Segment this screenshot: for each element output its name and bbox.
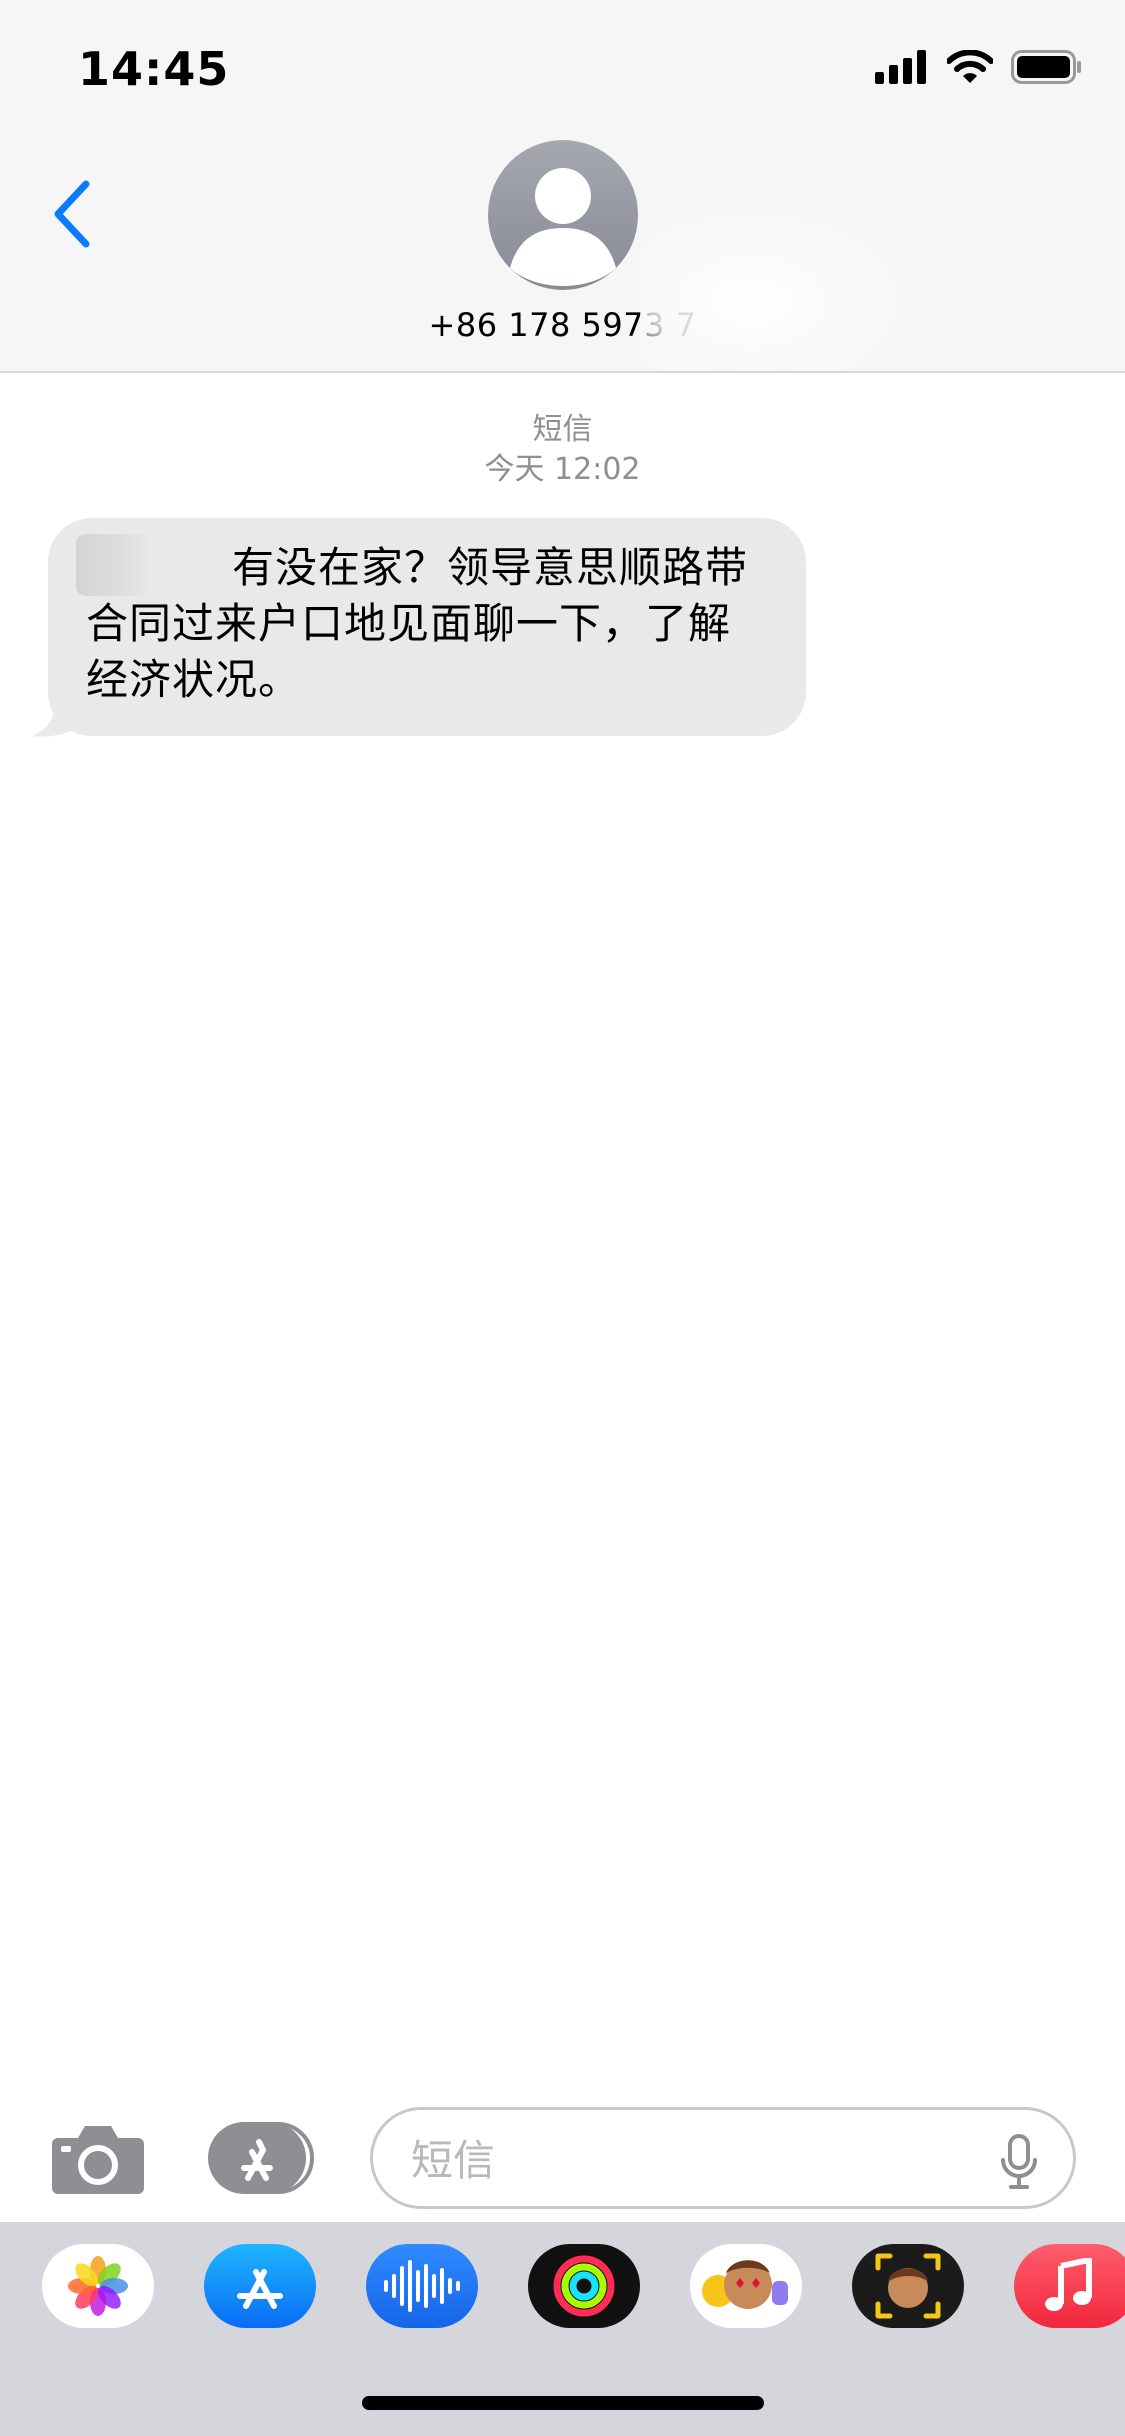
conversation-meta: 短信 今天 12:02: [0, 410, 1125, 490]
camera-icon: [52, 2126, 144, 2194]
audio-message-app-button[interactable]: [366, 2244, 478, 2328]
message-timestamp: 今天 12:02: [484, 452, 641, 487]
audio-waveform-icon: [384, 2260, 460, 2312]
service-label: 短信: [532, 412, 593, 447]
activity-rings-icon: [553, 2255, 615, 2317]
status-time: 14:45: [78, 42, 230, 96]
chevron-left-icon: [52, 180, 92, 252]
message-input[interactable]: [411, 2132, 971, 2188]
camera-button[interactable]: [52, 2122, 144, 2194]
battery-icon: [1011, 50, 1083, 88]
redacted-text: [76, 534, 152, 596]
memoji-stickers-icon: [702, 2260, 788, 2309]
app-store-button[interactable]: [208, 2122, 318, 2194]
cellular-signal-icon: [875, 50, 929, 88]
activity-app-button[interactable]: [528, 2244, 640, 2328]
music-note-icon: [1045, 2258, 1092, 2311]
person-icon: [510, 168, 616, 286]
memoji-stickers-app-button[interactable]: [690, 2244, 802, 2328]
memoji-camera-icon: [875, 2253, 941, 2319]
app-store-icon: [208, 2122, 314, 2194]
redaction-blur: [640, 200, 920, 370]
home-indicator[interactable]: [362, 2396, 764, 2410]
conversation-header: 14:45 +86 178 5973 7: [0, 0, 1125, 373]
message-text: 有没在家？领导意思顺路带合同过来户口地见面聊一下，了解经济状况。: [86, 543, 749, 704]
photos-app-button[interactable]: [42, 2244, 154, 2328]
microphone-button[interactable]: [999, 2134, 1039, 2190]
wifi-icon: [946, 49, 994, 88]
microphone-icon: [1001, 2134, 1037, 2189]
memoji-camera-app-button[interactable]: [852, 2244, 964, 2328]
status-icons: [875, 49, 1083, 88]
message-input-field[interactable]: [370, 2107, 1076, 2209]
contact-name[interactable]: +86 178 5973 7: [0, 306, 1125, 344]
app-store-icon: [237, 2269, 283, 2309]
back-button[interactable]: [44, 178, 100, 254]
app-store-app-button[interactable]: [204, 2244, 316, 2328]
music-app-button[interactable]: [1014, 2244, 1125, 2328]
contact-avatar[interactable]: [488, 140, 638, 290]
incoming-message-bubble[interactable]: 有没在家？领导意思顺路带合同过来户口地见面聊一下，了解经济状况。: [48, 518, 806, 736]
photos-icon: [68, 2256, 128, 2316]
